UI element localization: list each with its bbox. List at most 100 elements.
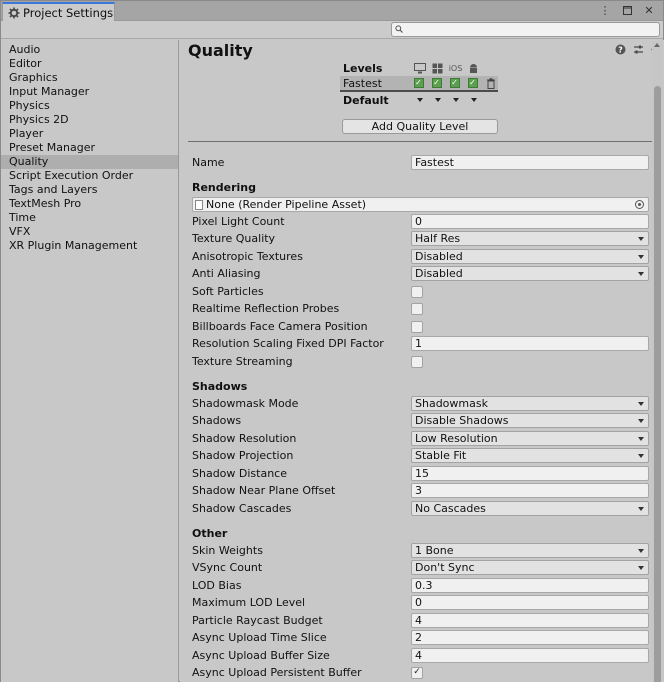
sidebar-item-tags-and-layers[interactable]: Tags and Layers [1, 183, 178, 197]
platform-checkbox-standalone[interactable]: ✓ [411, 78, 426, 89]
divider [188, 141, 662, 142]
shadowmask-mode-value: Shadowmask [415, 397, 488, 410]
particle-raycast-budget-field[interactable]: 4 [411, 613, 649, 628]
platform-checkbox-ios[interactable]: ✓ [447, 78, 462, 89]
platform-checkbox-android[interactable]: ✓ [465, 78, 480, 89]
sidebar-item-quality[interactable]: Quality [1, 155, 178, 169]
async-upload-persistent-buffer-checkbox[interactable]: ✓ [411, 666, 423, 679]
sidebar-item-editor[interactable]: Editor [1, 57, 178, 71]
vsync-count-dropdown[interactable]: Don't Sync [411, 560, 649, 575]
tab-label: Project Settings [23, 5, 114, 20]
scroll-up-arrow-icon[interactable] [654, 43, 660, 47]
realtime-reflection-probes-checkbox[interactable] [411, 302, 423, 315]
shadow-resolution-value: Low Resolution [415, 432, 498, 445]
shadow-cascades-row: Shadow Cascades No Cascades [180, 500, 652, 517]
async-upload-time-slice-field[interactable]: 2 [411, 630, 649, 645]
texture-quality-dropdown[interactable]: Half Res [411, 231, 649, 246]
default-dropdown-standalone[interactable] [412, 95, 427, 106]
trash-icon[interactable] [483, 77, 498, 89]
shadow-distance-field[interactable]: 15 [411, 466, 649, 481]
anti-aliasing-value: Disabled [415, 267, 463, 280]
shadow-distance-row: Shadow Distance 15 [180, 465, 652, 482]
maximize-icon[interactable] [621, 4, 633, 16]
anti-aliasing-dropdown[interactable]: Disabled [411, 266, 649, 281]
shadows-dropdown[interactable]: Disable Shadows [411, 413, 649, 428]
soft-particles-checkbox[interactable] [411, 285, 423, 298]
shadowmask-mode-dropdown[interactable]: Shadowmask [411, 396, 649, 411]
quality-levels-table: Levels iOS Fastest ✓ ✓ ✓ ✓ Default [340, 60, 500, 108]
resolution-scaling-field[interactable]: 1 [411, 336, 649, 351]
windows-store-icon [430, 62, 445, 74]
standalone-monitor-icon [412, 62, 427, 74]
anisotropic-textures-dropdown[interactable]: Disabled [411, 249, 649, 264]
search-input[interactable] [406, 24, 646, 35]
preset-sliders-icon[interactable] [633, 44, 644, 55]
sidebar-item-xr-plugin-management[interactable]: XR Plugin Management [1, 239, 178, 253]
anisotropic-textures-label: Anisotropic Textures [192, 250, 303, 263]
tab-project-settings[interactable]: Project Settings [2, 2, 115, 21]
sidebar-item-script-execution-order[interactable]: Script Execution Order [1, 169, 178, 183]
pipeline-asset-row: None (Render Pipeline Asset) [180, 196, 652, 213]
scrollbar-thumb[interactable] [654, 86, 661, 682]
chevron-down-icon [638, 402, 644, 406]
project-settings-window: Project Settings ⋮ ✕ Audio Editor Graphi… [0, 0, 664, 682]
add-quality-level-button[interactable]: Add Quality Level [342, 119, 498, 134]
async-upload-persistent-buffer-label: Async Upload Persistent Buffer [192, 666, 362, 679]
pixel-light-count-field[interactable]: 0 [411, 214, 649, 229]
section-other: Other [192, 527, 228, 540]
particle-raycast-budget-label: Particle Raycast Budget [192, 614, 323, 627]
sidebar-item-graphics[interactable]: Graphics [1, 71, 178, 85]
help-icon[interactable]: ? [615, 44, 626, 55]
sidebar-item-physics[interactable]: Physics [1, 99, 178, 113]
shadow-cascades-value: No Cascades [415, 502, 486, 515]
lod-bias-field[interactable]: 0.3 [411, 578, 649, 593]
svg-text:?: ? [618, 45, 623, 54]
texture-streaming-checkbox[interactable] [411, 355, 423, 368]
soft-particles-label: Soft Particles [192, 285, 264, 298]
levels-title: Levels [343, 61, 383, 75]
chevron-down-icon [638, 566, 644, 570]
skin-weights-dropdown[interactable]: 1 Bone [411, 543, 649, 558]
sidebar-item-player[interactable]: Player [1, 127, 178, 141]
default-dropdown-ios[interactable] [448, 95, 463, 106]
kebab-menu-icon[interactable]: ⋮ [599, 4, 611, 16]
name-field[interactable]: Fastest [411, 155, 649, 170]
anisotropic-textures-row: Anisotropic Textures Disabled [180, 248, 652, 265]
close-icon[interactable]: ✕ [643, 4, 655, 16]
object-picker-icon[interactable] [635, 200, 644, 209]
maximum-lod-level-label: Maximum LOD Level [192, 596, 306, 609]
sidebar-item-physics-2d[interactable]: Physics 2D [1, 113, 178, 127]
shadow-resolution-dropdown[interactable]: Low Resolution [411, 431, 649, 446]
texture-streaming-label: Texture Streaming [192, 355, 293, 368]
texture-quality-label: Texture Quality [192, 232, 276, 245]
sidebar-item-textmesh-pro[interactable]: TextMesh Pro [1, 197, 178, 211]
shadow-cascades-dropdown[interactable]: No Cascades [411, 501, 649, 516]
sidebar-item-time[interactable]: Time [1, 211, 178, 225]
shadow-near-plane-offset-field[interactable]: 3 [411, 483, 649, 498]
sidebar-item-vfx[interactable]: VFX [1, 225, 178, 239]
sidebar-item-input-manager[interactable]: Input Manager [1, 85, 178, 99]
section-rendering: Rendering [192, 181, 256, 194]
platform-checkbox-windows[interactable]: ✓ [429, 78, 444, 89]
billboards-face-camera-label: Billboards Face Camera Position [192, 320, 368, 333]
chevron-down-icon [638, 437, 644, 441]
sidebar-item-audio[interactable]: Audio [1, 43, 178, 57]
shadow-projection-dropdown[interactable]: Stable Fit [411, 448, 649, 463]
async-upload-buffer-size-field[interactable]: 4 [411, 648, 649, 663]
search-box[interactable] [391, 22, 660, 37]
default-dropdown-android[interactable] [466, 95, 481, 106]
anti-aliasing-label: Anti Aliasing [192, 267, 261, 280]
shadow-projection-label: Shadow Projection [192, 449, 294, 462]
default-label: Default [343, 93, 389, 107]
render-pipeline-asset-field[interactable]: None (Render Pipeline Asset) [192, 197, 649, 212]
maximum-lod-level-field[interactable]: 0 [411, 595, 649, 610]
billboards-face-camera-checkbox[interactable] [411, 320, 423, 333]
resolution-scaling-label: Resolution Scaling Fixed DPI Factor [192, 337, 384, 350]
realtime-reflection-probes-label: Realtime Reflection Probes [192, 302, 340, 315]
vertical-scrollbar[interactable] [652, 41, 663, 682]
quality-level-row-fastest[interactable]: Fastest ✓ ✓ ✓ ✓ [340, 76, 498, 92]
anisotropic-textures-value: Disabled [415, 250, 463, 263]
sidebar-item-preset-manager[interactable]: Preset Manager [1, 141, 178, 155]
async-upload-time-slice-row: Async Upload Time Slice 2 [180, 629, 652, 646]
default-dropdown-windows[interactable] [430, 95, 445, 106]
